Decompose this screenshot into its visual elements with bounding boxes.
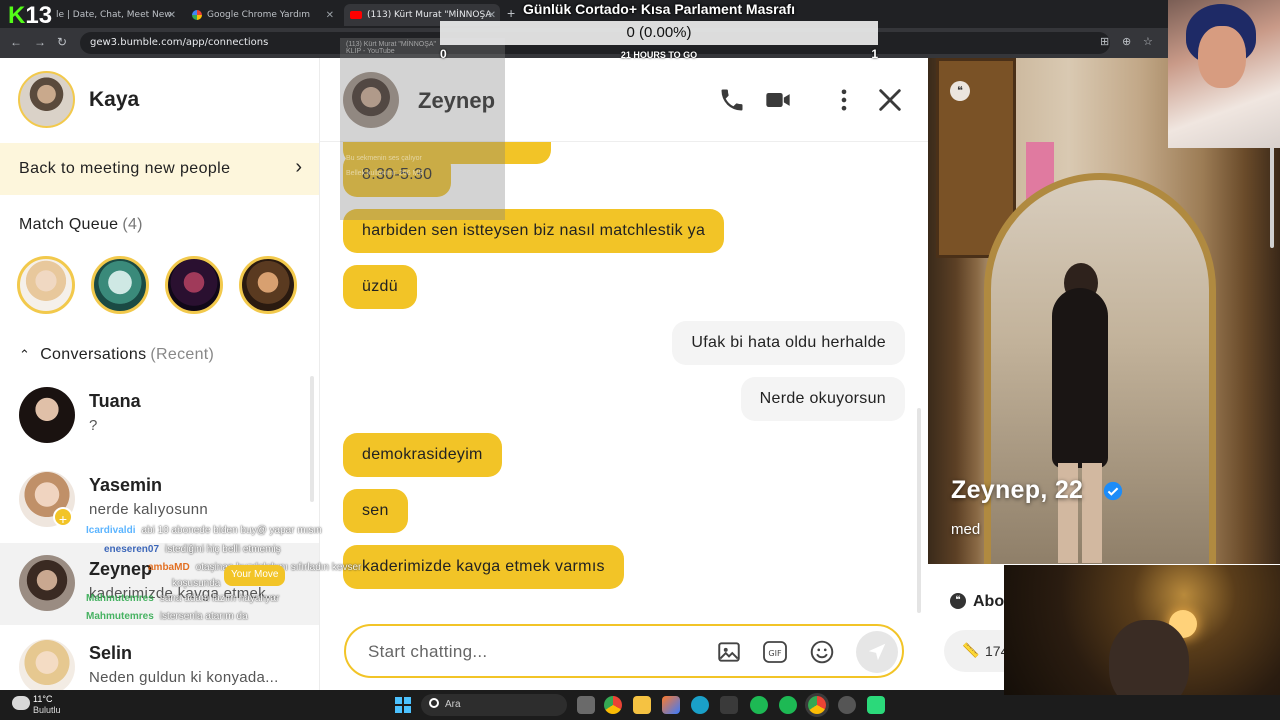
weather-temperature: 11°C — [33, 694, 53, 704]
verified-badge-icon — [1103, 481, 1123, 501]
spotify-icon[interactable] — [779, 696, 797, 714]
message-bubble-in: demokrasideyim — [343, 433, 502, 477]
back-arrow-icon[interactable]: ← — [10, 35, 22, 49]
close-icon[interactable]: ✕ — [326, 10, 334, 21]
poll-right-count: 1 — [871, 47, 878, 61]
stream-poll-overlay: Günlük Cortado+ Kısa Parlament Masrafı 0… — [440, 0, 878, 61]
forward-arrow-icon[interactable]: → — [34, 35, 46, 49]
windows-start-icon[interactable] — [395, 697, 411, 713]
task-view-icon[interactable] — [577, 696, 595, 714]
stream-chat-line: eneseren07 istediğini hiç belli etmemiş — [104, 543, 281, 555]
more-options-icon[interactable] — [830, 86, 858, 114]
taskbar-search[interactable]: Ara — [421, 694, 567, 716]
file-explorer-icon[interactable] — [633, 696, 651, 714]
search-icon — [429, 698, 439, 708]
message-composer: GIF — [344, 624, 904, 678]
chrome-active-icon[interactable] — [808, 696, 826, 714]
phone-icon[interactable] — [718, 86, 746, 114]
app-icon[interactable] — [838, 696, 856, 714]
stream-chat-line: Icardivaldi abi 10 abonede biden buy@ yap… — [86, 525, 322, 536]
your-move-plus-icon: + — [53, 507, 73, 527]
emoji-icon[interactable] — [809, 639, 835, 665]
match-queue-avatar[interactable] — [239, 256, 297, 314]
stream-chat-line: Mahmutemres sana adam lazım hayalıyar — [86, 592, 280, 604]
svg-text:GIF: GIF — [768, 649, 782, 658]
match-queue-heading: Match Queue (4) — [19, 216, 143, 233]
bookmark-star-icon[interactable]: ☆ — [1143, 35, 1153, 48]
profile-name-age: Zeynep, 22 — [951, 476, 1084, 504]
avatar — [19, 555, 75, 611]
browser-tab-bumble[interactable]: le | Date, Chat, Meet New ✕ — [50, 4, 180, 26]
gif-icon[interactable]: GIF — [762, 639, 788, 665]
browser-tab-chrome-help[interactable]: Google Chrome Yardım ✕ — [186, 4, 338, 26]
poll-timer: 21 HOURS TO GO — [620, 50, 698, 60]
app-icon[interactable] — [662, 696, 680, 714]
stream-chat-overlay: Icardivaldi abi 10 abonede biden buy@ yap… — [86, 522, 386, 627]
message-bubble-out: Nerde okuyorsun — [740, 377, 905, 421]
reload-icon[interactable]: ↻ — [57, 35, 67, 49]
webcam-overlay-streamer — [1004, 565, 1280, 695]
message-bubble-out: Ufak bi hata oldu herhalde — [672, 321, 905, 365]
my-name: Kaya — [89, 88, 140, 111]
youtube-icon — [350, 11, 362, 19]
image-icon[interactable] — [716, 639, 742, 665]
your-move-badge: Your Move — [224, 565, 286, 586]
poll-progress-bar: 0 (0.00%) — [440, 21, 878, 45]
avatar — [19, 387, 75, 443]
stream-chat-line: Mahmutemres istersenla atarım da — [86, 611, 248, 622]
store-icon[interactable] — [720, 696, 738, 714]
conversations-heading[interactable]: ⌃ Conversations (Recent) — [19, 346, 214, 364]
reply-icon[interactable]: ❝ — [950, 81, 970, 101]
message-input[interactable] — [368, 640, 688, 664]
match-queue-avatar[interactable] — [17, 256, 75, 314]
match-queue-avatar[interactable] — [91, 256, 149, 314]
message-bubble-in: üzdü — [343, 265, 417, 309]
app-icon[interactable] — [867, 696, 885, 714]
weather-description: Bulutlu — [33, 705, 61, 715]
quote-icon: ❝ — [950, 593, 966, 609]
about-heading: Abo — [973, 593, 1005, 610]
webcam-overlay-top — [1168, 0, 1280, 148]
cloud-icon — [12, 696, 30, 710]
zoom-icon[interactable]: ⊕ — [1122, 35, 1131, 48]
chat-scrollbar[interactable] — [917, 408, 921, 613]
close-chat-icon[interactable] — [876, 86, 904, 114]
ruler-icon: 📏 — [962, 642, 980, 658]
chevron-up-icon: ⌃ — [19, 347, 31, 362]
profile-job: med — [951, 521, 981, 538]
tab-hover-preview: (113) Kürt Murat "MİNNOŞA" KLİP - YouTub… — [340, 38, 505, 220]
video-call-icon[interactable] — [764, 86, 792, 114]
google-icon — [192, 10, 202, 20]
send-icon — [868, 643, 886, 661]
back-to-meeting-button[interactable]: Back to meeting new people › — [0, 143, 319, 195]
conversation-item[interactable]: Tuana ? — [0, 375, 319, 457]
edge-icon[interactable] — [691, 696, 709, 714]
kick-logo: K13 — [8, 2, 53, 29]
translate-icon[interactable]: ⊞ — [1100, 35, 1109, 48]
avatar — [19, 639, 75, 690]
spotify-icon[interactable] — [750, 696, 768, 714]
close-icon[interactable]: ✕ — [168, 10, 176, 21]
chevron-right-icon: › — [295, 156, 302, 178]
conversation-item[interactable]: Selin Neden guldun ki konyada... — [0, 627, 319, 690]
chrome-icon[interactable] — [604, 696, 622, 714]
match-queue-avatar[interactable] — [165, 256, 223, 314]
poll-title: Günlük Cortado+ Kısa Parlament Masrafı — [523, 1, 795, 17]
my-avatar[interactable] — [18, 71, 75, 128]
send-button[interactable] — [856, 631, 898, 673]
